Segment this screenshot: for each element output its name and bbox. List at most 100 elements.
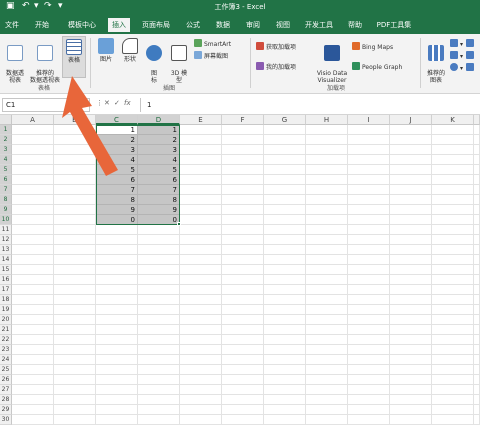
cell-e20[interactable] [180, 315, 222, 325]
cell-f23[interactable] [222, 345, 264, 355]
row-header[interactable]: 29 [0, 405, 12, 415]
cell-i28[interactable] [348, 395, 390, 405]
row-header[interactable]: 26 [0, 375, 12, 385]
get-addins-button[interactable]: 获取加载项 [256, 42, 296, 52]
cell-h12[interactable] [306, 235, 348, 245]
cell-f17[interactable] [222, 285, 264, 295]
cell-c2[interactable]: 2 [96, 135, 138, 145]
cell-d10[interactable]: 0 [138, 215, 180, 225]
cell-k13[interactable] [432, 245, 474, 255]
cell-c13[interactable] [96, 245, 138, 255]
cell-e12[interactable] [180, 235, 222, 245]
cell-filler[interactable] [474, 305, 480, 315]
column-header-e[interactable]: E [180, 115, 222, 125]
cell-j4[interactable] [390, 155, 432, 165]
cell-i13[interactable] [348, 245, 390, 255]
cell-h11[interactable] [306, 225, 348, 235]
row-header[interactable]: 14 [0, 255, 12, 265]
column-header-f[interactable]: F [222, 115, 264, 125]
cell-a1[interactable] [12, 125, 54, 135]
cell-filler[interactable] [474, 325, 480, 335]
cell-c14[interactable] [96, 255, 138, 265]
cell-a27[interactable] [12, 385, 54, 395]
cell-h3[interactable] [306, 145, 348, 155]
cell-j21[interactable] [390, 325, 432, 335]
cell-c17[interactable] [96, 285, 138, 295]
cell-filler[interactable] [474, 365, 480, 375]
cell-c30[interactable] [96, 415, 138, 425]
cell-h29[interactable] [306, 405, 348, 415]
cell-c19[interactable] [96, 305, 138, 315]
cell-f13[interactable] [222, 245, 264, 255]
recommended-pivot-button[interactable]: 推荐的 数据透视表 [28, 38, 62, 84]
cell-c7[interactable]: 7 [96, 185, 138, 195]
cell-k25[interactable] [432, 365, 474, 375]
row-header[interactable]: 19 [0, 305, 12, 315]
line-chart-button[interactable]: ▾ [450, 51, 463, 61]
cell-j30[interactable] [390, 415, 432, 425]
tab-review[interactable]: 审阅 [242, 18, 264, 34]
cell-a2[interactable] [12, 135, 54, 145]
cell-filler[interactable] [474, 145, 480, 155]
row-header[interactable]: 28 [0, 395, 12, 405]
cell-d20[interactable] [138, 315, 180, 325]
cell-a5[interactable] [12, 165, 54, 175]
cell-b10[interactable] [54, 215, 96, 225]
cell-a18[interactable] [12, 295, 54, 305]
row-header[interactable]: 18 [0, 295, 12, 305]
cell-b13[interactable] [54, 245, 96, 255]
cell-j11[interactable] [390, 225, 432, 235]
cell-b8[interactable] [54, 195, 96, 205]
enter-icon[interactable]: ✓ [114, 99, 120, 107]
cell-d16[interactable] [138, 275, 180, 285]
cell-k10[interactable] [432, 215, 474, 225]
cell-b14[interactable] [54, 255, 96, 265]
cell-filler[interactable] [474, 315, 480, 325]
cell-k26[interactable] [432, 375, 474, 385]
cell-f2[interactable] [222, 135, 264, 145]
cell-i11[interactable] [348, 225, 390, 235]
cell-j27[interactable] [390, 385, 432, 395]
cell-b9[interactable] [54, 205, 96, 215]
cell-e27[interactable] [180, 385, 222, 395]
cell-a4[interactable] [12, 155, 54, 165]
cell-j18[interactable] [390, 295, 432, 305]
cell-e16[interactable] [180, 275, 222, 285]
tab-help[interactable]: 帮助 [344, 18, 366, 34]
cell-g9[interactable] [264, 205, 306, 215]
row-header[interactable]: 4 [0, 155, 12, 165]
table-button[interactable]: 表格 [62, 36, 86, 78]
cell-g14[interactable] [264, 255, 306, 265]
cell-k19[interactable] [432, 305, 474, 315]
cell-filler[interactable] [474, 285, 480, 295]
cell-b4[interactable] [54, 155, 96, 165]
tab-pdf-tools[interactable]: PDF工具集 [372, 18, 416, 34]
cell-k5[interactable] [432, 165, 474, 175]
column-header-h[interactable]: H [306, 115, 348, 125]
row-header[interactable]: 23 [0, 345, 12, 355]
icons-button[interactable]: 图 标 [142, 38, 166, 84]
cell-d4[interactable]: 4 [138, 155, 180, 165]
cell-d3[interactable]: 3 [138, 145, 180, 155]
cell-b7[interactable] [54, 185, 96, 195]
cell-b5[interactable] [54, 165, 96, 175]
cell-h5[interactable] [306, 165, 348, 175]
column-header-j[interactable]: J [390, 115, 432, 125]
cell-k28[interactable] [432, 395, 474, 405]
cell-f3[interactable] [222, 145, 264, 155]
cell-h17[interactable] [306, 285, 348, 295]
tab-view[interactable]: 视图 [272, 18, 294, 34]
cell-d17[interactable] [138, 285, 180, 295]
cell-e5[interactable] [180, 165, 222, 175]
cell-k12[interactable] [432, 235, 474, 245]
cell-j8[interactable] [390, 195, 432, 205]
cell-j15[interactable] [390, 265, 432, 275]
cell-c10[interactable]: 0 [96, 215, 138, 225]
cell-filler[interactable] [474, 385, 480, 395]
cell-c26[interactable] [96, 375, 138, 385]
cell-k1[interactable] [432, 125, 474, 135]
cell-g4[interactable] [264, 155, 306, 165]
cell-e18[interactable] [180, 295, 222, 305]
cell-d23[interactable] [138, 345, 180, 355]
cell-b16[interactable] [54, 275, 96, 285]
